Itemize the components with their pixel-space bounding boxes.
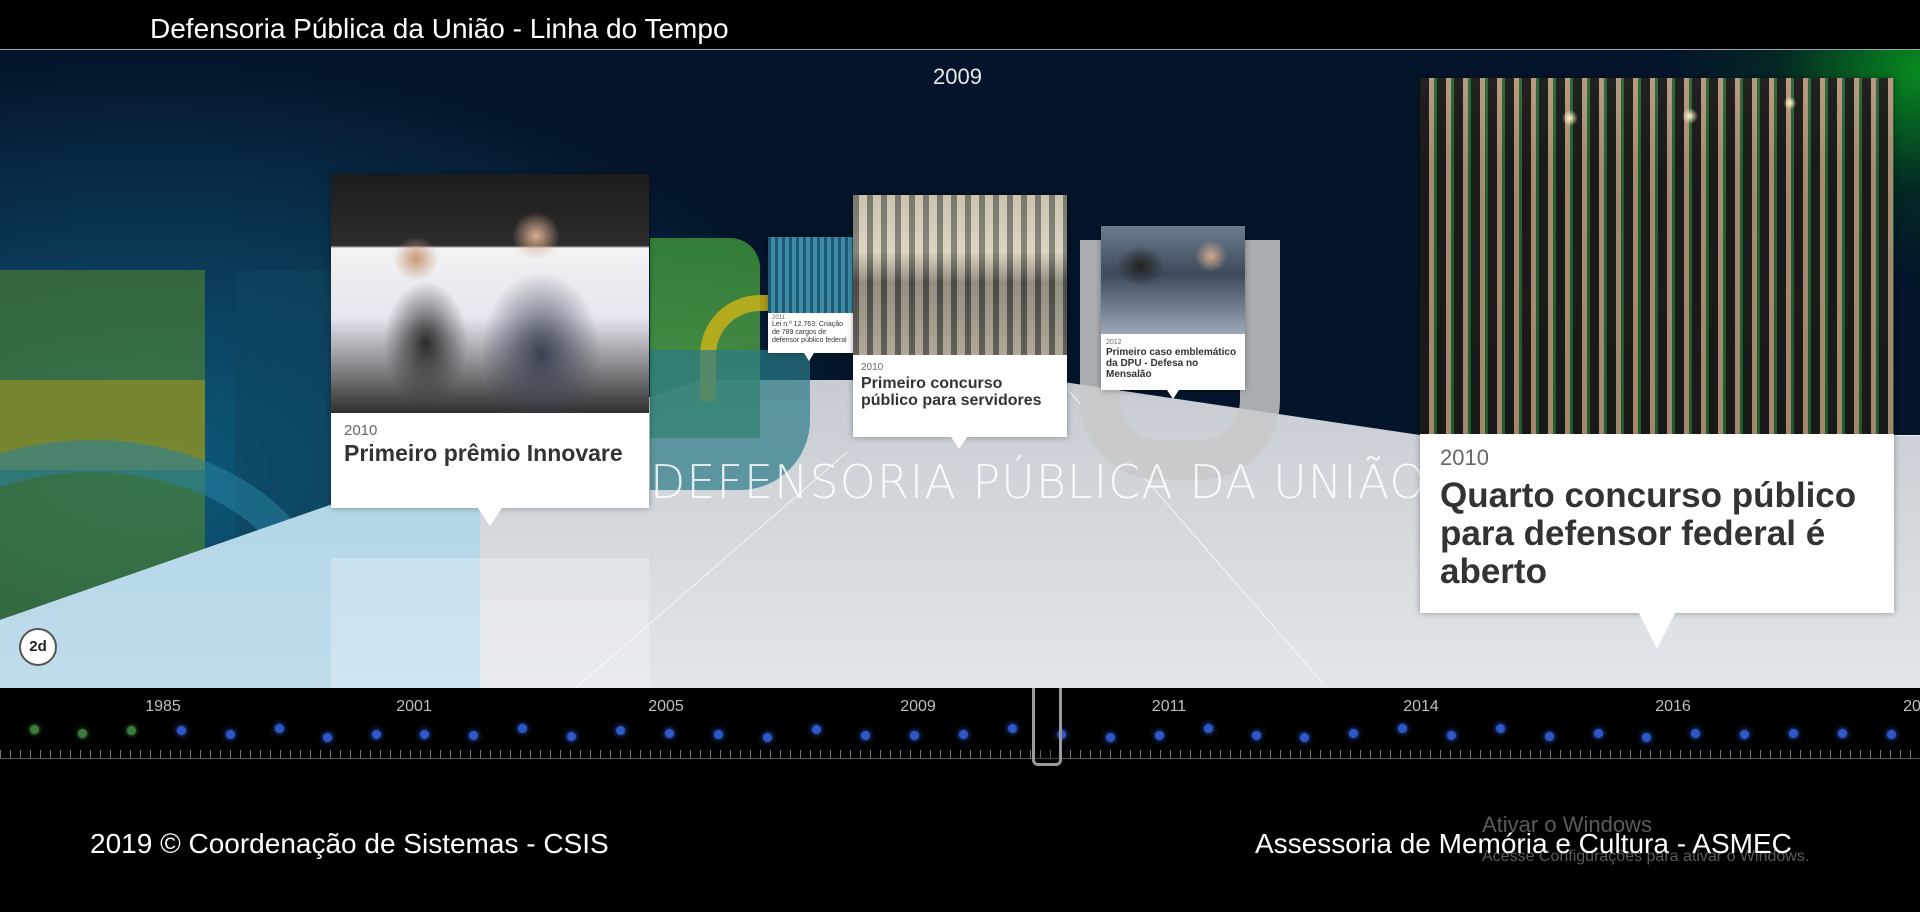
card-reflection — [331, 558, 649, 688]
event-dot[interactable] — [1155, 731, 1164, 740]
current-year-label: 2009 — [933, 64, 982, 89]
event-card-body: 2011 Lei n.º 12.763: Criação de 789 carg… — [768, 315, 853, 345]
event-photo — [853, 195, 1067, 355]
dpu-logo-text: DEFENSORIA PÚBLICA DA UNIÃO — [650, 455, 1427, 509]
timeline-navigator[interactable]: 1985 2001 2005 2009 2011 2014 2016 20 — [0, 688, 1920, 772]
event-card[interactable]: 2012 Primeiro caso emblemático da DPU - … — [1101, 226, 1245, 399]
event-dot[interactable] — [1594, 729, 1603, 738]
event-title: Lei n.º 12.763: Criação de 789 cargos de… — [772, 321, 847, 344]
event-dot[interactable] — [1252, 731, 1261, 740]
event-dot[interactable] — [1545, 732, 1554, 741]
timeline-ticks — [0, 750, 1920, 758]
event-dot[interactable] — [177, 726, 186, 735]
event-photo — [1101, 226, 1245, 334]
tick-label: 2001 — [396, 698, 432, 715]
tick-label: 2011 — [1151, 698, 1187, 715]
card-pointer — [951, 437, 967, 449]
event-dot[interactable] — [469, 731, 478, 740]
event-year: 2012 — [1106, 339, 1122, 346]
event-card[interactable]: 2010 Primeiro concurso público para serv… — [853, 195, 1067, 449]
event-dot[interactable] — [1204, 724, 1213, 733]
event-year: 2010 — [1440, 445, 1489, 470]
tick-label: 2005 — [648, 698, 684, 715]
event-photo — [1420, 78, 1894, 434]
timeline-baseline — [0, 758, 1920, 759]
card-pointer — [804, 353, 814, 361]
event-title: Primeiro concurso público para servidore… — [861, 375, 1042, 409]
windows-activation-title: Ativar o Windows — [1482, 812, 1652, 837]
event-dot[interactable] — [518, 724, 527, 733]
event-card-body: 2010 Quarto concurso público para defens… — [1420, 445, 1894, 591]
event-card[interactable]: 2010 Primeiro prêmio Innovare — [331, 174, 649, 526]
event-dot[interactable] — [226, 730, 235, 739]
event-dot[interactable] — [1838, 729, 1847, 738]
event-title: Primeiro prêmio Innovare — [344, 440, 623, 466]
event-photo — [768, 237, 853, 313]
event-year: 2010 — [344, 422, 378, 439]
card-pointer — [1167, 390, 1179, 399]
event-dot[interactable] — [323, 733, 332, 742]
event-dot[interactable] — [665, 729, 674, 738]
event-dot[interactable] — [1642, 733, 1651, 742]
tick-label: 2014 — [1403, 698, 1439, 715]
event-dot[interactable] — [910, 731, 919, 740]
event-dot[interactable] — [1349, 729, 1358, 738]
event-dot[interactable] — [567, 732, 576, 741]
event-dot[interactable] — [30, 725, 39, 734]
card-pointer — [1639, 613, 1675, 649]
event-dot[interactable] — [1496, 724, 1505, 733]
timeline-handle[interactable] — [1032, 688, 1062, 766]
tick-label: 1985 — [145, 698, 181, 715]
event-dot[interactable] — [861, 731, 870, 740]
tick-label: 2016 — [1655, 698, 1691, 715]
event-card-body: 2010 Primeiro concurso público para serv… — [853, 362, 1067, 409]
event-dot[interactable] — [127, 726, 136, 735]
event-dot[interactable] — [1887, 730, 1896, 739]
event-dot[interactable] — [1789, 729, 1798, 738]
event-card[interactable]: 2010 Quarto concurso público para defens… — [1420, 78, 1894, 649]
card-pointer — [478, 508, 502, 526]
event-dot[interactable] — [763, 733, 772, 742]
page-title: Defensoria Pública da União - Linha do T… — [150, 13, 729, 44]
event-dot[interactable] — [812, 725, 821, 734]
event-dot[interactable] — [372, 730, 381, 739]
event-photo — [331, 174, 649, 413]
tick-label: 2009 — [900, 698, 936, 715]
event-dot[interactable] — [1447, 731, 1456, 740]
event-year: 2010 — [861, 362, 884, 373]
event-dot[interactable] — [616, 726, 625, 735]
windows-activation-subtitle: Acesse Configurações para ativar o Windo… — [1482, 848, 1810, 865]
event-title: Quarto concurso público para defensor fe… — [1440, 476, 1857, 591]
event-dot[interactable] — [959, 730, 968, 739]
event-dot[interactable] — [1008, 724, 1017, 733]
event-dot[interactable] — [1300, 733, 1309, 742]
timeline-stage[interactable]: DEFENSORIA PÚBLICA DA UNIÃO 2009 2010 Pr… — [0, 50, 1920, 688]
top-bar: Defensoria Pública da União - Linha do T… — [0, 0, 1920, 50]
footer-credit-left: 2019 © Coordenação de Sistemas - CSIS — [90, 828, 609, 859]
zoom-level-badge[interactable]: 2d — [19, 628, 57, 666]
event-dot[interactable] — [78, 729, 87, 738]
event-card-body: 2012 Primeiro caso emblemático da DPU - … — [1101, 339, 1245, 380]
footer: 2019 © Coordenação de Sistemas - CSIS As… — [0, 772, 1920, 912]
tick-label: 20 — [1903, 698, 1920, 715]
event-card-body: 2010 Primeiro prêmio Innovare — [331, 422, 649, 466]
event-dot[interactable] — [1398, 724, 1407, 733]
event-dot[interactable] — [1740, 730, 1749, 739]
event-dot[interactable] — [714, 730, 723, 739]
event-title: Primeiro caso emblemático da DPU - Defes… — [1106, 347, 1237, 380]
event-dot[interactable] — [420, 730, 429, 739]
event-dot[interactable] — [1106, 733, 1115, 742]
event-dot[interactable] — [275, 724, 284, 733]
event-dot[interactable] — [1691, 729, 1700, 738]
event-card[interactable]: 2011 Lei n.º 12.763: Criação de 789 carg… — [768, 237, 853, 361]
